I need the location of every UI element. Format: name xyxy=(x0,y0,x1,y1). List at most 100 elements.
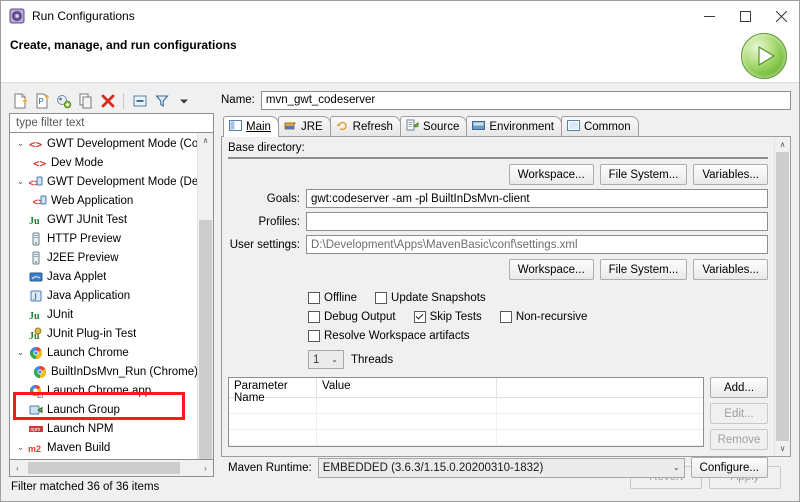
checkbox-row-3: Resolve Workspace artifacts xyxy=(308,327,768,344)
scroll-up-button[interactable]: ∧ xyxy=(775,137,790,152)
skip-tests-checkbox[interactable] xyxy=(413,310,426,323)
tree-item-launch-npm[interactable]: npm Launch NPM xyxy=(10,419,197,438)
tree-item-builtindsmvn-run-chrome[interactable]: BuiltInDsMvn_Run (Chrome) xyxy=(10,362,197,381)
tab-label: Environment xyxy=(489,120,554,133)
collapse-all-icon[interactable] xyxy=(130,92,149,111)
maven-runtime-label: Maven Runtime: xyxy=(228,461,312,474)
configurations-tree[interactable]: ⌄ <> GWT Development Mode (CodeServ <> D… xyxy=(9,133,214,460)
main-tab-scrollbar[interactable]: ∧ ∨ xyxy=(774,137,790,456)
update-snapshots-checkbox[interactable] xyxy=(375,291,388,304)
scroll-thumb[interactable] xyxy=(199,220,212,459)
tree-item-junit[interactable]: Ju JUnit xyxy=(10,305,197,324)
tree-item-java-application[interactable]: J Java Application xyxy=(10,286,197,305)
remove-parameter-button[interactable]: Remove xyxy=(710,429,768,450)
scroll-right-button[interactable]: › xyxy=(198,461,213,475)
tree-item-maven-build[interactable]: ⌄ m2 Maven Build xyxy=(10,438,197,457)
debug-output-checkbox[interactable] xyxy=(308,310,320,323)
threads-stepper[interactable]: 1 ⌄ xyxy=(308,350,344,369)
tree-horizontal-scrollbar[interactable]: ‹ › xyxy=(9,460,214,477)
tree-item-java-applet[interactable]: Java Applet xyxy=(10,267,197,286)
scroll-thumb[interactable] xyxy=(776,152,789,441)
tree-item-label: HTTP Preview xyxy=(47,232,121,245)
chevron-down-icon[interactable]: ⌄ xyxy=(14,138,27,149)
duplicate-configuration-icon[interactable] xyxy=(76,92,95,111)
add-parameter-button[interactable]: Add... xyxy=(710,377,768,398)
new-configuration-icon[interactable] xyxy=(10,92,29,111)
maven-runtime-value: EMBEDDED (3.6.3/1.15.0.20200310-1832) xyxy=(322,461,544,474)
workspace-button-2[interactable]: Workspace... xyxy=(508,259,594,280)
file-system-button[interactable]: File System... xyxy=(599,164,688,185)
tab-refresh[interactable]: Refresh xyxy=(329,116,401,136)
tree-item-launch-group[interactable]: Launch Group xyxy=(10,400,197,419)
offline-checkbox[interactable] xyxy=(308,291,320,304)
tree-item-builtindsmvn-package[interactable]: m2 BuiltInDsMvn_package xyxy=(10,457,197,459)
new-prototype-icon[interactable]: P xyxy=(32,92,51,111)
tree-item-j2ee-preview[interactable]: J2EE Preview xyxy=(10,248,197,267)
tab-common[interactable]: Common xyxy=(560,116,639,136)
tab-jre[interactable]: JRE xyxy=(277,116,331,136)
user-settings-input[interactable]: D:\Development\Apps\MavenBasic\conf\sett… xyxy=(306,235,768,254)
chevron-down-icon[interactable]: ⌄ xyxy=(331,355,338,364)
tree-item-gwt-devmode[interactable]: ⌄ <> GWT Development Mode (DevMode xyxy=(10,172,197,191)
scroll-up-button[interactable]: ∧ xyxy=(198,133,213,148)
chevron-down-icon[interactable]: ⌄ xyxy=(14,347,27,358)
run-button[interactable] xyxy=(741,33,787,79)
tab-main[interactable]: Main xyxy=(223,116,279,137)
svg-text:<>: <> xyxy=(29,138,43,151)
tree-item-gwt-codeserver[interactable]: ⌄ <> GWT Development Mode (CodeServ xyxy=(10,134,197,153)
table-row[interactable] xyxy=(229,430,703,446)
maven-runtime-select[interactable]: EMBEDDED (3.6.3/1.15.0.20200310-1832) ⌄ xyxy=(317,457,685,478)
maximize-button[interactable] xyxy=(727,1,763,31)
tab-source[interactable]: Source xyxy=(399,116,468,136)
tree-item-http-preview[interactable]: HTTP Preview xyxy=(10,229,197,248)
non-recursive-checkbox[interactable] xyxy=(499,310,512,323)
minimize-button[interactable] xyxy=(691,1,727,31)
table-row[interactable] xyxy=(229,398,703,414)
debug-output-label: Debug Output xyxy=(324,310,396,323)
chevron-down-icon[interactable]: ⌄ xyxy=(14,176,27,187)
base-directory-input[interactable]: ${workspace_loc:/BuiltInDsMvn} xyxy=(228,157,768,159)
scroll-track[interactable] xyxy=(775,152,790,441)
chevron-down-icon[interactable]: ⌄ xyxy=(673,463,680,472)
tree-item-dev-mode[interactable]: <> Dev Mode xyxy=(10,153,197,172)
filter-icon[interactable] xyxy=(152,92,171,111)
close-button[interactable] xyxy=(763,1,799,31)
name-label: Name: xyxy=(221,94,255,106)
tree-item-launch-chrome-app[interactable]: Launch Chrome app xyxy=(10,381,197,400)
goals-row: Goals: gwt:codeserver -am -pl BuiltInDsM… xyxy=(228,189,768,208)
tree-item-launch-chrome[interactable]: ⌄ Launch Chrome xyxy=(10,343,197,362)
filter-box[interactable] xyxy=(9,113,214,133)
checkbox-row-1: Offline Update Snapshots xyxy=(308,289,768,306)
configure-button[interactable]: Configure... xyxy=(690,457,768,478)
table-cell xyxy=(497,430,703,445)
table-row[interactable] xyxy=(229,414,703,430)
goals-input[interactable]: gwt:codeserver -am -pl BuiltInDsMvn-clie… xyxy=(306,189,768,208)
scroll-left-button[interactable]: ‹ xyxy=(10,461,25,475)
file-system-button-2[interactable]: File System... xyxy=(599,259,688,280)
scroll-down-button[interactable]: ∨ xyxy=(775,441,790,456)
gwt-devmode-icon: <> xyxy=(31,156,48,170)
table-cell xyxy=(317,398,497,413)
profiles-input[interactable] xyxy=(306,212,768,231)
tab-environment[interactable]: Environment xyxy=(466,116,562,136)
hscroll-thumb[interactable] xyxy=(28,462,180,474)
resolve-workspace-artifacts-checkbox[interactable] xyxy=(308,329,320,342)
tree-item-gwt-junit-test[interactable]: Ju GWT JUnit Test xyxy=(10,210,197,229)
view-menu-icon[interactable] xyxy=(174,92,193,111)
delete-configuration-icon[interactable] xyxy=(98,92,117,111)
chevron-down-icon[interactable]: ⌄ xyxy=(14,442,27,453)
scroll-track[interactable] xyxy=(198,148,213,459)
maven-runtime-row: Maven Runtime: EMBEDDED (3.6.3/1.15.0.20… xyxy=(228,457,768,478)
hscroll-track[interactable] xyxy=(25,461,198,475)
variables-button-2[interactable]: Variables... xyxy=(693,259,768,280)
parameters-table[interactable]: Parameter Name Value xyxy=(228,377,704,447)
edit-parameter-button[interactable]: Edit... xyxy=(710,403,768,424)
tree-item-web-application[interactable]: <> Web Application xyxy=(10,191,197,210)
name-input[interactable]: mvn_gwt_codeserver xyxy=(260,90,791,110)
tree-item-junit-plugin-test[interactable]: Ju JUnit Plug-in Test xyxy=(10,324,197,343)
tree-vertical-scrollbar[interactable]: ∧ ∨ xyxy=(197,133,213,459)
workspace-button[interactable]: Workspace... xyxy=(508,164,594,185)
variables-button[interactable]: Variables... xyxy=(693,164,768,185)
search-input[interactable] xyxy=(14,116,209,130)
export-configuration-icon[interactable] xyxy=(54,92,73,111)
